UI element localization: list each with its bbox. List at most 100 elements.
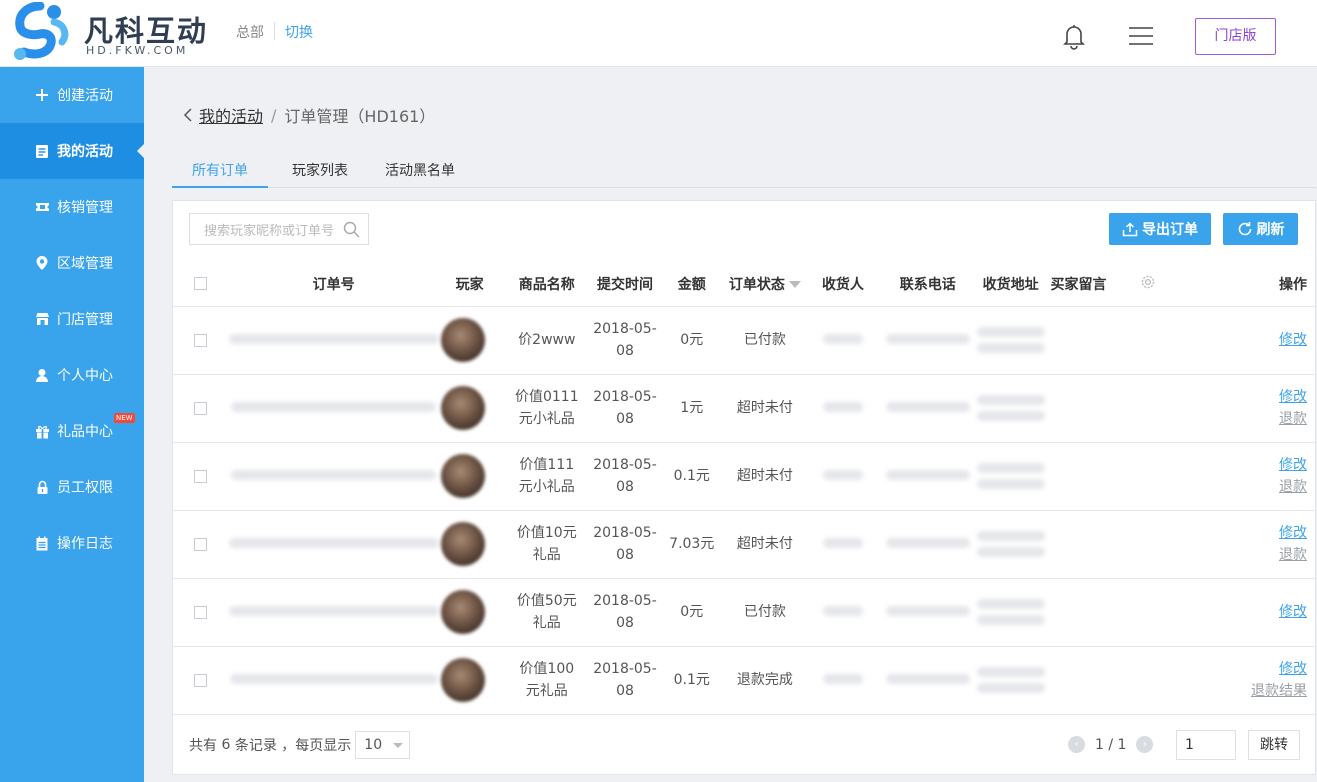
page-indicator: 1 / 1 bbox=[1095, 736, 1127, 753]
pagination: ‹ 1 / 1 › bbox=[1068, 736, 1154, 753]
top-header: 凡科互动 HD.FKW.COM 总部 切换 门店版 bbox=[0, 0, 1317, 67]
address-redacted bbox=[976, 327, 1045, 337]
select-all-checkbox[interactable] bbox=[194, 277, 208, 291]
logo-subtitle: HD.FKW.COM bbox=[86, 44, 189, 57]
address-redacted bbox=[976, 479, 1045, 489]
actions-cell: 修改 退款 bbox=[1187, 442, 1315, 511]
row-checkbox[interactable] bbox=[194, 333, 208, 347]
edit-link[interactable]: 修改 bbox=[1188, 386, 1307, 408]
product-cell: 价值10元 礼品 bbox=[500, 510, 594, 579]
select-all-cell bbox=[173, 262, 229, 307]
table-row: 价值100 元礼品 2018-05- 08 0.1元 退款完成 修改 退款结果 bbox=[173, 646, 1315, 715]
tab-all-orders[interactable]: 所有订单 bbox=[172, 152, 268, 188]
product-name: 元礼品 bbox=[525, 683, 568, 699]
refresh-button[interactable]: 刷新 bbox=[1223, 213, 1298, 245]
table-row: 价值50元 礼品 2018-05- 08 0元 已付款 修改 bbox=[173, 578, 1315, 647]
sidebar-item-create-activity[interactable]: 创建活动 bbox=[0, 67, 144, 123]
tab-player-list[interactable]: 玩家列表 bbox=[280, 152, 360, 188]
export-orders-button[interactable]: 导出订单 bbox=[1109, 213, 1211, 245]
sidebar-item-personal[interactable]: 个人中心 bbox=[0, 347, 144, 403]
address-redacted bbox=[976, 343, 1045, 353]
gear-icon[interactable] bbox=[1140, 274, 1156, 290]
buyer-message-cell bbox=[1048, 306, 1109, 375]
column-header: 提交时间 bbox=[593, 262, 657, 307]
product-name: 价值50元 bbox=[516, 593, 577, 609]
search-input[interactable]: 搜索玩家昵称或订单号 bbox=[189, 213, 369, 245]
sidebar-item-verification[interactable]: 核销管理 bbox=[0, 179, 144, 235]
address-redacted bbox=[976, 411, 1045, 421]
address-cell bbox=[972, 578, 1049, 647]
edit-link[interactable]: 修改 bbox=[1188, 522, 1307, 544]
page-size-select[interactable]: 10 bbox=[355, 731, 411, 759]
avatar bbox=[440, 318, 485, 362]
amount-cell: 7.03元 bbox=[656, 510, 727, 579]
menu-icon[interactable] bbox=[1128, 24, 1154, 48]
edit-link[interactable]: 修改 bbox=[1188, 454, 1307, 476]
tab-blacklist[interactable]: 活动黑名单 bbox=[376, 152, 464, 188]
column-header: 玩家 bbox=[438, 262, 501, 307]
row-select-cell bbox=[173, 510, 229, 579]
sidebar-item-label: 区域管理 bbox=[57, 256, 113, 272]
column-header: 收货人 bbox=[803, 262, 883, 307]
edit-link[interactable]: 修改 bbox=[1188, 658, 1307, 680]
hq-label: 总部 bbox=[236, 25, 264, 41]
breadcrumb-back-link[interactable]: 我的活动 bbox=[199, 103, 263, 127]
refresh-label: 刷新 bbox=[1256, 222, 1285, 238]
sidebar-item-gifts[interactable]: 礼品中心 NEW bbox=[0, 403, 144, 459]
column-header: 操作 bbox=[1187, 262, 1315, 307]
sort-caret-icon[interactable] bbox=[788, 281, 801, 289]
lock-icon bbox=[34, 479, 50, 495]
edit-link[interactable]: 修改 bbox=[1188, 601, 1307, 623]
buyer-message-cell bbox=[1048, 646, 1109, 715]
column-header-status[interactable]: 订单状态 bbox=[726, 262, 804, 307]
buyer-message-cell bbox=[1048, 578, 1109, 647]
refresh-icon bbox=[1238, 222, 1251, 236]
sidebar-item-label: 个人中心 bbox=[57, 368, 113, 384]
sidebar-item-label: 员工权限 bbox=[57, 480, 113, 496]
column-header: 收货地址 bbox=[972, 262, 1049, 307]
row-checkbox[interactable] bbox=[194, 469, 208, 483]
jump-button[interactable]: 跳转 bbox=[1248, 730, 1300, 760]
amount-cell: 0元 bbox=[656, 306, 727, 375]
store-version-button[interactable]: 门店版 bbox=[1195, 18, 1276, 55]
row-checkbox[interactable] bbox=[194, 401, 208, 415]
page-number-input[interactable]: 1 bbox=[1176, 730, 1236, 760]
row-checkbox[interactable] bbox=[194, 673, 208, 687]
table-row: 价值10元 礼品 2018-05- 08 7.03元 超时未付 修改 退款 bbox=[173, 510, 1315, 579]
order-number-cell bbox=[228, 374, 439, 443]
sidebar-item-my-activities[interactable]: 我的活动 bbox=[0, 123, 144, 179]
switch-link[interactable]: 切换 bbox=[285, 22, 313, 42]
refund-link[interactable]: 退款 bbox=[1188, 408, 1307, 430]
refund-link[interactable]: 退款 bbox=[1188, 544, 1307, 566]
phone-cell bbox=[882, 306, 973, 375]
bell-icon[interactable] bbox=[1060, 22, 1088, 50]
sidebar-item-operation-log[interactable]: 操作日志 bbox=[0, 515, 144, 571]
sidebar-item-staff-permissions[interactable]: 员工权限 bbox=[0, 459, 144, 515]
actions-cell: 修改 退款 bbox=[1187, 374, 1315, 443]
submit-time: 08 bbox=[616, 343, 634, 359]
column-header: 金额 bbox=[656, 262, 727, 307]
status-cell: 退款完成 bbox=[726, 646, 804, 715]
buyer-message-cell bbox=[1048, 374, 1109, 443]
row-checkbox[interactable] bbox=[194, 605, 208, 619]
receiver-redacted bbox=[822, 606, 863, 616]
records-summary: 共有 6 条记录 ，每页显示 10 bbox=[189, 731, 411, 759]
chevron-left-icon[interactable] bbox=[183, 108, 193, 122]
gift-icon bbox=[34, 423, 50, 439]
player-cell bbox=[438, 306, 501, 375]
status-cell: 超时未付 bbox=[726, 442, 804, 511]
active-indicator bbox=[137, 144, 144, 158]
refund-link[interactable]: 退款 bbox=[1188, 476, 1307, 498]
prev-page-icon[interactable]: ‹ bbox=[1068, 736, 1085, 753]
refund-link[interactable]: 退款结果 bbox=[1188, 680, 1307, 702]
edit-link[interactable]: 修改 bbox=[1188, 329, 1307, 351]
product-cell: 价值50元 礼品 bbox=[500, 578, 594, 647]
product-cell: 价值0111 元小礼品 bbox=[500, 374, 594, 443]
phone-redacted bbox=[885, 470, 970, 480]
next-page-icon[interactable]: › bbox=[1136, 736, 1154, 753]
row-checkbox[interactable] bbox=[194, 537, 208, 551]
sidebar-item-stores[interactable]: 门店管理 bbox=[0, 291, 144, 347]
order-number-cell bbox=[228, 306, 439, 375]
search-icon[interactable] bbox=[343, 221, 360, 238]
sidebar-item-region[interactable]: 区域管理 bbox=[0, 235, 144, 291]
